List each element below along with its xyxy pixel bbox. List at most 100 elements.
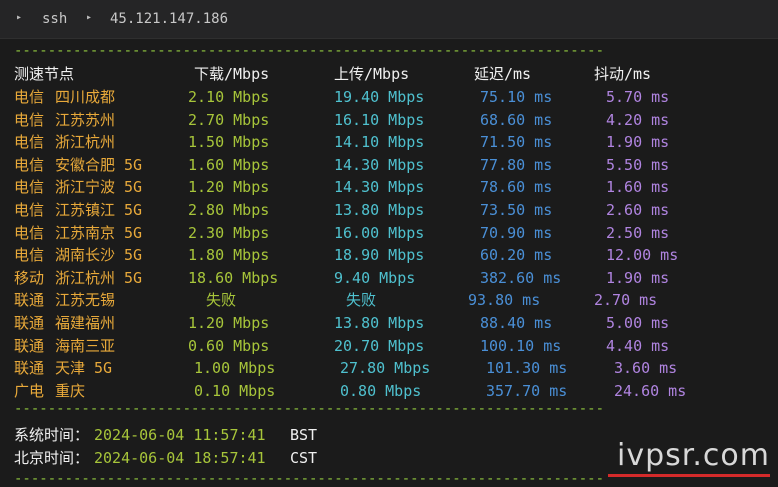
row-jitter: 4.40 ms [606,336,670,355]
row-upload: 失败 [346,291,377,310]
row-download: 1.50 Mbps [188,133,270,152]
row-download: 0.10 Mbps [194,381,276,400]
header-node: 测速节点 [14,65,75,83]
row-isp: 移动 [14,268,45,287]
watermark-logo: ivpsr.com [617,438,770,473]
row-upload: 27.80 Mbps [340,359,431,378]
row-isp: 电信 [14,201,45,219]
row-jitter: 1.90 ms [606,133,670,152]
chevron-right-icon: ▸ [86,12,93,23]
header-jitter: 抖动/ms [594,65,652,83]
beijing-time-value: 2024-06-04 18:57:41 [94,449,266,467]
row-download: 1.80 Mbps [188,246,270,265]
row-upload: 16.10 Mbps [334,110,425,129]
separator-line-top: ----------------------------------------… [14,43,605,59]
system-time-value: 2024-06-04 11:57:41 [94,426,266,444]
row-upload: 19.40 Mbps [334,88,425,106]
row-isp: 电信 [14,110,45,129]
row-download: 1.60 Mbps [188,155,270,174]
row-latency: 100.10 ms [480,336,562,355]
row-latency: 68.60 ms [480,110,553,129]
row-download: 1.20 Mbps [188,314,270,332]
row-node: 福建福州 [55,314,116,332]
row-node: 浙江宁波 5G [55,178,143,197]
row-upload: 14.30 Mbps [334,155,425,174]
header-download: 下载/Mbps [194,65,270,83]
row-download: 2.70 Mbps [188,110,270,129]
row-isp: 广电 [14,381,45,400]
row-latency: 93.80 ms [468,291,541,310]
row-upload: 14.30 Mbps [334,178,425,197]
row-latency: 101.30 ms [486,359,568,378]
row-upload: 16.00 Mbps [334,223,425,242]
header-latency: 延迟/ms [474,65,532,83]
row-isp: 电信 [14,133,45,152]
terminal-titlebar: ▸ ssh ▸ 45.121.147.186 [0,0,778,39]
row-node: 重庆 [55,381,86,400]
row-isp: 联通 [14,359,45,378]
breadcrumb-ssh[interactable]: ssh [42,11,67,27]
row-node: 江苏苏州 [55,110,116,129]
row-jitter: 2.50 ms [606,223,670,242]
row-isp: 联通 [14,291,45,310]
row-jitter: 5.70 ms [606,88,670,106]
row-isp: 电信 [14,223,45,242]
row-latency: 60.20 ms [480,246,553,265]
row-latency: 73.50 ms [480,201,553,219]
row-isp: 联通 [14,314,45,332]
row-latency: 357.70 ms [486,381,568,400]
row-latency: 71.50 ms [480,133,553,152]
row-upload: 14.10 Mbps [334,133,425,152]
row-jitter: 5.00 ms [606,314,670,332]
system-time-label: 系统时间： [14,426,90,444]
row-node: 四川成都 [55,88,116,106]
row-node: 天津 5G [55,359,113,378]
row-latency: 77.80 ms [480,155,553,174]
row-node: 江苏南京 5G [55,223,143,242]
row-download: 18.60 Mbps [188,268,279,287]
row-upload: 9.40 Mbps [334,268,416,287]
row-download: 0.60 Mbps [188,336,270,355]
row-node: 浙江杭州 5G [55,268,143,287]
row-node: 浙江杭州 [55,133,116,152]
row-download: 失败 [206,291,237,310]
beijing-timezone: CST [290,449,318,467]
row-download: 1.00 Mbps [194,359,276,378]
row-jitter: 2.70 ms [594,291,658,310]
row-latency: 382.60 ms [480,268,562,287]
row-isp: 电信 [14,246,45,265]
row-jitter: 1.60 ms [606,178,670,197]
row-download: 1.20 Mbps [188,178,270,197]
row-upload: 13.80 Mbps [334,201,425,219]
chevron-right-icon: ▸ [16,12,23,23]
row-download: 2.30 Mbps [188,223,270,242]
row-isp: 联通 [14,336,45,355]
system-timezone: BST [290,426,318,444]
row-upload: 13.80 Mbps [334,314,425,332]
row-jitter: 3.60 ms [614,359,678,378]
row-upload: 18.90 Mbps [334,246,425,265]
row-node: 江苏镇江 5G [55,201,143,219]
row-upload: 20.70 Mbps [334,336,425,355]
terminal-output[interactable]: ----------------------------------------… [0,39,778,487]
row-jitter: 5.50 ms [606,155,670,174]
row-upload: 0.80 Mbps [340,381,422,400]
watermark-underline [608,474,770,477]
row-latency: 88.40 ms [480,314,553,332]
breadcrumb-host[interactable]: 45.121.147.186 [110,11,228,27]
row-download: 2.80 Mbps [188,201,270,219]
separator-line-bottom: ----------------------------------------… [14,401,605,417]
row-latency: 75.10 ms [480,88,553,106]
row-jitter: 1.90 ms [606,268,670,287]
row-jitter: 24.60 ms [614,381,687,400]
row-isp: 电信 [14,178,45,197]
row-jitter: 2.60 ms [606,201,670,219]
row-node: 安徽合肥 5G [55,155,143,174]
row-node: 湖南长沙 5G [55,246,143,265]
row-latency: 78.60 ms [480,178,553,197]
row-jitter: 12.00 ms [606,246,679,265]
row-isp: 电信 [14,155,45,174]
row-download: 2.10 Mbps [188,88,270,106]
row-jitter: 4.20 ms [606,110,670,129]
row-isp: 电信 [14,88,45,106]
